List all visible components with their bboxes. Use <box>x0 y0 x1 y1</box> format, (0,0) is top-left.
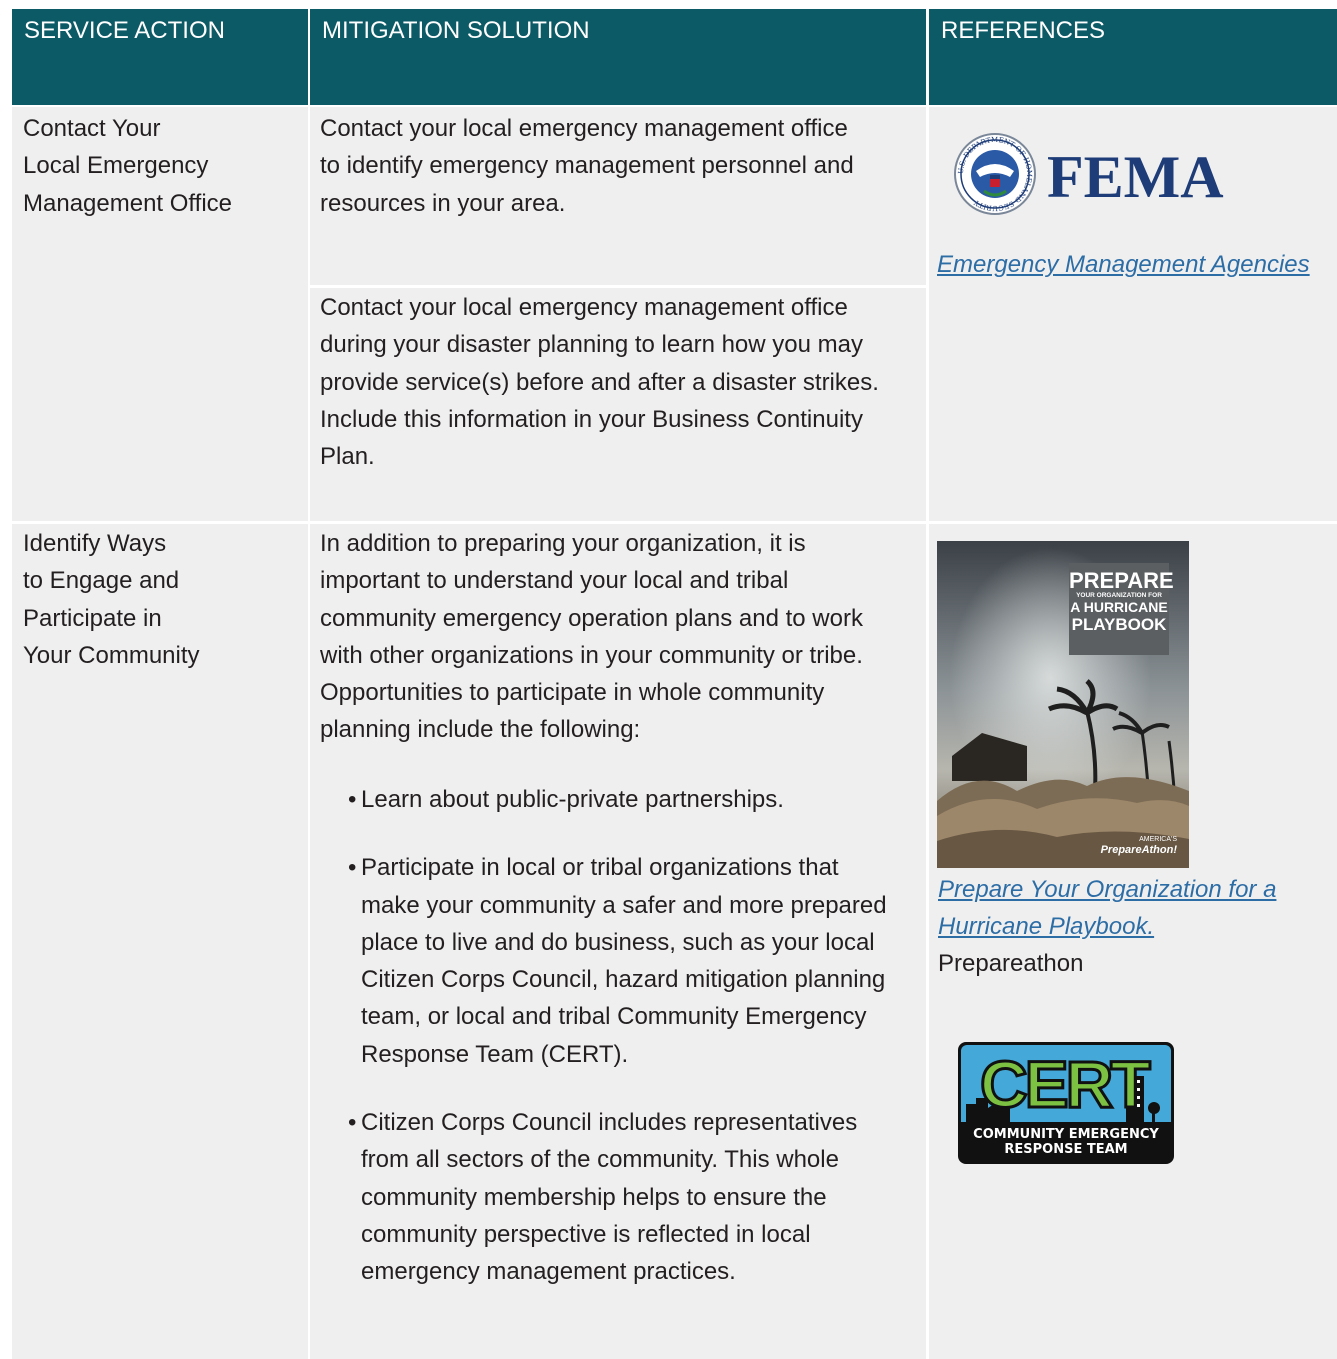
text-line: Citizen Corps Council, hazard mitigation… <box>361 966 886 994</box>
playbook-title-line: PREPARE <box>1069 568 1174 593</box>
brand-text: PrepareAthon! <box>1100 844 1177 856</box>
hurricane-playbook-link[interactable]: Prepare Your Organization for a Hurrican… <box>938 871 1276 945</box>
header-service-action: SERVICE ACTION <box>12 9 308 105</box>
row2-intro-text: In addition to preparing your organizati… <box>320 525 863 749</box>
text-line: to identify emergency management personn… <box>320 152 854 180</box>
row1-references-cell: U.S. DEPARTMENT OF HOMELAND SECURITY FEM… <box>929 107 1337 521</box>
text-line: community perspective is reflected in lo… <box>361 1220 811 1248</box>
emergency-management-agencies-link[interactable]: Emergency Management Agencies <box>937 251 1310 278</box>
link-line: Prepare Your Organization for a <box>938 876 1277 903</box>
header-service-action-label: SERVICE ACTION <box>24 17 225 44</box>
text-line: Learn about public-private partnerships. <box>361 786 784 813</box>
text-line: Participate in <box>23 604 162 632</box>
text-line: to Engage and <box>23 567 180 595</box>
hurricane-playbook-cover[interactable]: PREPARE YOUR ORGANIZATION FOR A HURRICAN… <box>937 541 1189 868</box>
row2-solution-cell: In addition to preparing your organizati… <box>310 524 926 1359</box>
row2-references-cell: PREPARE YOUR ORGANIZATION FOR A HURRICAN… <box>929 524 1337 1359</box>
brand-top-text: AMERICA'S <box>1139 836 1177 843</box>
text-line: community membership helps to ensure the <box>361 1183 827 1211</box>
prepareathon-brand: AMERICA'S PrepareAthon! <box>1101 836 1177 856</box>
text-line: Opportunities to participate in whole co… <box>320 679 825 707</box>
header-mitigation-solution: MITIGATION SOLUTION <box>310 9 926 105</box>
svg-text:U.S. DEPARTMENT OF HOMELAND SE: U.S. DEPARTMENT OF HOMELAND SECURITY <box>957 136 1033 212</box>
row1-service-action-text: Contact Your Local Emergency Management … <box>23 110 232 222</box>
bullet-icon: • <box>348 1109 357 1137</box>
list-item: • Learn about public-private partnership… <box>348 781 887 818</box>
header-references-label: REFERENCES <box>941 17 1106 44</box>
playbook-title-box: PREPARE YOUR ORGANIZATION FOR A HURRICAN… <box>1069 563 1174 655</box>
text-line: planning include the following: <box>320 716 641 744</box>
text-line: Management Office <box>23 189 233 217</box>
header-mitigation-solution-label: MITIGATION SOLUTION <box>322 17 590 44</box>
seal-ring-text: U.S. DEPARTMENT OF HOMELAND SECURITY <box>957 136 1033 212</box>
row1-solution-b-cell: Contact your local emergency management … <box>310 288 926 521</box>
cert-caption-line: COMMUNITY EMERGENCY <box>973 1127 1159 1142</box>
playbook-title-line: PLAYBOOK <box>1071 615 1167 634</box>
text-line: important to understand your local and t… <box>320 567 789 595</box>
cert-logo: CERT COMMUNITY EMERGENCY RESPONSE TEAM <box>958 1042 1174 1164</box>
text-line: resources in your area. <box>320 189 566 217</box>
list-item: • Participate in local or tribal organiz… <box>348 849 887 1073</box>
text-line: community emergency operation plans and … <box>320 604 863 632</box>
text-line: In addition to preparing your organizati… <box>320 530 806 557</box>
cert-caption-line: RESPONSE TEAM <box>1004 1142 1128 1157</box>
row1-service-action-cell: Contact Your Local Emergency Management … <box>12 107 308 521</box>
text-line: provide service(s) before and after a di… <box>320 368 879 396</box>
text-line: emergency management practices. <box>361 1258 736 1286</box>
bullet-icon: • <box>348 854 357 882</box>
text-line: Local Emergency <box>23 152 209 180</box>
row2-service-action-text: Identify Ways to Engage and Participate … <box>23 525 200 674</box>
fema-wordmark: FEMA <box>1047 144 1224 210</box>
row1-solution-b-text: Contact your local emergency management … <box>320 289 879 475</box>
text-line: Include this information in your Busines… <box>320 405 863 433</box>
reference-source-label: Prepareathon <box>938 950 1084 977</box>
text-line: team, or local and tribal Community Emer… <box>361 1003 867 1031</box>
link-line: Hurricane Playbook. <box>938 913 1155 940</box>
row2-reference-link-wrap: Prepare Your Organization for a Hurrican… <box>938 871 1276 982</box>
text-line: with other organizations in your communi… <box>320 641 863 669</box>
text-line: make your community a safer and more pre… <box>361 891 887 919</box>
row1-reference-link-wrap: Emergency Management Agencies <box>937 246 1310 283</box>
text-line: Response Team (CERT). <box>361 1040 629 1068</box>
bullet-list: • Learn about public-private partnership… <box>348 781 887 1291</box>
cert-caption: COMMUNITY EMERGENCY RESPONSE TEAM <box>958 1127 1174 1157</box>
list-item: • Citizen Corps Council includes represe… <box>348 1104 887 1290</box>
text-line: Contact your local emergency management … <box>320 115 848 142</box>
cert-letters: CERT <box>979 1047 1153 1122</box>
header-references: REFERENCES <box>929 9 1337 105</box>
text-line: Your Community <box>23 641 200 669</box>
text-line: from all sectors of the community. This … <box>361 1146 839 1174</box>
text-line: Identify Ways <box>23 530 167 557</box>
text-line: place to live and do business, such as y… <box>361 928 875 956</box>
text-line: Contact Your <box>23 115 161 142</box>
text-line: during your disaster planning to learn h… <box>320 331 863 359</box>
row1-solution-a-cell: Contact your local emergency management … <box>310 107 926 285</box>
text-line: Contact your local emergency management … <box>320 294 848 321</box>
row2-service-action-cell: Identify Ways to Engage and Participate … <box>12 524 308 1359</box>
row1-solution-a-text: Contact your local emergency management … <box>320 110 854 222</box>
playbook-title-line: A HURRICANE <box>1070 599 1168 615</box>
text-line: Plan. <box>320 443 375 471</box>
text-line: Citizen Corps Council includes represent… <box>361 1109 858 1137</box>
text-line: Participate in local or tribal organizat… <box>361 854 839 882</box>
bullet-icon: • <box>348 786 357 813</box>
fema-logo: U.S. DEPARTMENT OF HOMELAND SECURITY FEM… <box>954 133 1244 215</box>
